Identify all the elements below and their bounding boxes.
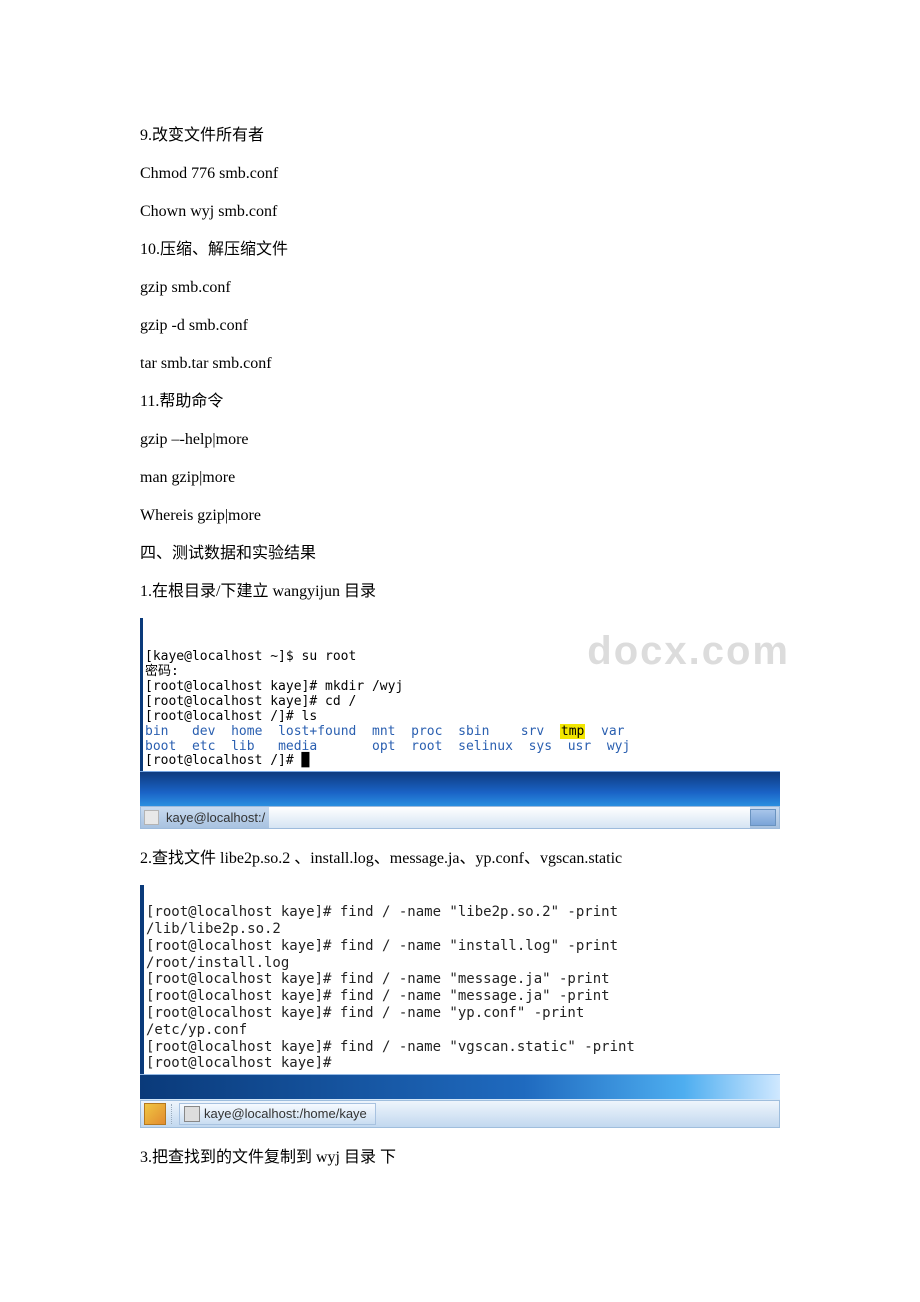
text-line: man gzip|more xyxy=(140,466,780,490)
taskbar-right-button[interactable] xyxy=(750,809,776,826)
terminal-line: 密码: xyxy=(145,664,179,679)
ls-dir: lost+found xyxy=(278,724,356,739)
taskbar: kaye@localhost:/home/kaye xyxy=(140,1100,780,1128)
taskbar-launcher-icon[interactable] xyxy=(144,1103,166,1125)
ls-dir: etc xyxy=(192,739,215,754)
text-line: tar smb.tar smb.conf xyxy=(140,352,780,376)
ls-dir: mnt xyxy=(372,724,395,739)
terminal-line: [root@localhost kaye]# find / -name "vgs… xyxy=(146,1039,635,1055)
text-line: 1.在根目录/下建立 wangyijun 目录 xyxy=(140,580,780,604)
ls-dir: wyj xyxy=(607,739,630,754)
terminal-icon xyxy=(184,1106,200,1122)
text-line: gzip -d smb.conf xyxy=(140,314,780,338)
text-line: gzip smb.conf xyxy=(140,276,780,300)
terminal-line: [root@localhost /]# xyxy=(145,753,302,768)
terminal-screenshot-2: [root@localhost kaye]# find / -name "lib… xyxy=(140,885,780,1128)
text-line: 2.查找文件 libe2p.so.2 、install.log、message.… xyxy=(140,847,780,871)
terminal-line: [root@localhost kaye]# find / -name "mes… xyxy=(146,988,610,1004)
text-line: 10.压缩、解压缩文件 xyxy=(140,238,780,262)
ls-dir: opt xyxy=(372,739,395,754)
ls-dir: root xyxy=(411,739,442,754)
ls-dir-tmp: tmp xyxy=(560,724,585,739)
text-line: Whereis gzip|more xyxy=(140,504,780,528)
taskbar-separator xyxy=(171,1104,175,1124)
terminal-line: /etc/yp.conf xyxy=(146,1022,247,1038)
terminal-line: /root/install.log xyxy=(146,955,289,971)
taskbar-window-button[interactable]: kaye@localhost:/home/kaye xyxy=(179,1103,376,1125)
terminal-output: docx.com [kaye@localhost ~]$ su root 密码:… xyxy=(140,618,780,771)
terminal-line: [root@localhost kaye]# find / -name "mes… xyxy=(146,971,610,987)
ls-dir: dev xyxy=(192,724,215,739)
ls-dir: sbin xyxy=(458,724,489,739)
terminal-screenshot-1: docx.com [kaye@localhost ~]$ su root 密码:… xyxy=(140,618,780,829)
text-line: 3.把查找到的文件复制到 wyj 目录 下 xyxy=(140,1146,780,1170)
taskbar-window-title: kaye@localhost:/home/kaye xyxy=(204,1104,367,1124)
taskbar-app-icon xyxy=(144,810,159,825)
ls-dir: home xyxy=(231,724,262,739)
ls-dir: srv xyxy=(521,724,544,739)
ls-dir: usr xyxy=(568,739,591,754)
text-line: gzip –-help|more xyxy=(140,428,780,452)
terminal-decoration-strip xyxy=(140,1074,780,1100)
ls-dir: boot xyxy=(145,739,176,754)
text-line: 9.改变文件所有者 xyxy=(140,124,780,148)
text-line: Chmod 776 smb.conf xyxy=(140,162,780,186)
text-line: 四、测试数据和实验结果 xyxy=(140,542,780,566)
ls-dir: proc xyxy=(411,724,442,739)
terminal-output: [root@localhost kaye]# find / -name "lib… xyxy=(140,885,780,1074)
terminal-line: [root@localhost kaye]# find / -name "yp.… xyxy=(146,1005,584,1021)
taskbar: kaye@localhost:/ xyxy=(140,806,780,829)
text-line: 11.帮助命令 xyxy=(140,390,780,414)
ls-dir: sys xyxy=(529,739,552,754)
ls-dir: media xyxy=(278,739,317,754)
terminal-line: [root@localhost kaye]# find / -name "ins… xyxy=(146,938,618,954)
terminal-line: [root@localhost kaye]# find / -name "lib… xyxy=(146,904,618,920)
terminal-line: [kaye@localhost ~]$ su root xyxy=(145,649,356,664)
ls-dir: bin xyxy=(145,724,168,739)
ls-dir: selinux xyxy=(458,739,513,754)
ls-dir: var xyxy=(601,724,624,739)
terminal-line: [root@localhost /]# ls xyxy=(145,709,317,724)
terminal-line: [root@localhost kaye]# xyxy=(146,1055,331,1071)
document-page: 9.改变文件所有者 Chmod 776 smb.conf Chown wyj s… xyxy=(0,0,920,1244)
taskbar-title: kaye@localhost:/ xyxy=(162,808,269,828)
text-line: Chown wyj smb.conf xyxy=(140,200,780,224)
terminal-line: [root@localhost kaye]# mkdir /wyj xyxy=(145,679,403,694)
terminal-line: /lib/libe2p.so.2 xyxy=(146,921,281,937)
taskbar-filler xyxy=(269,807,750,828)
ls-dir: lib xyxy=(231,739,254,754)
watermark-text: docx.com xyxy=(587,628,790,674)
terminal-decoration-strip xyxy=(140,771,780,806)
terminal-line: [root@localhost kaye]# cd / xyxy=(145,694,356,709)
